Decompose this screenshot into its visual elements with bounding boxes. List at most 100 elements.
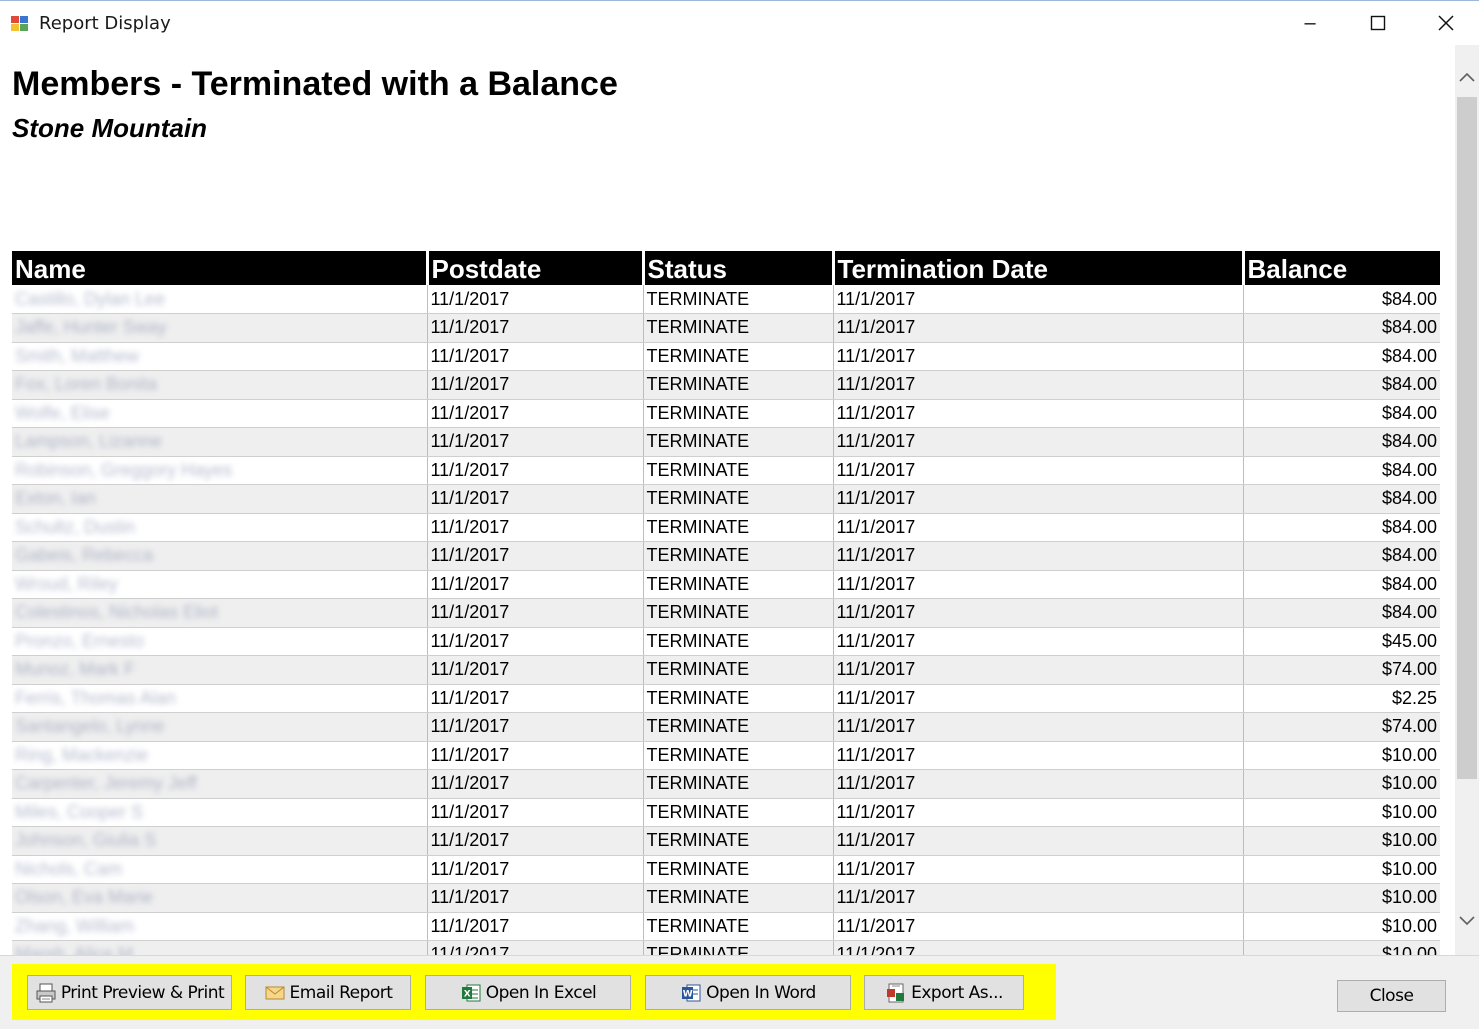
scroll-down-button[interactable]	[1455, 909, 1479, 933]
table-header-row: Name Postdate Status Termination Date Ba…	[12, 251, 1440, 285]
cell-balance-text: $2.25	[1391, 687, 1437, 708]
chevron-down-icon	[1459, 916, 1475, 926]
cell-balance-text: $45.00	[1381, 630, 1437, 651]
cell-status-text: TERMINATE	[646, 602, 750, 623]
cell-balance: $10.00	[1243, 855, 1440, 884]
cell-postdate-text: 11/1/2017	[430, 317, 510, 338]
open-in-word-button[interactable]: W Open In Word	[645, 975, 851, 1010]
cell-termination-date-text: 11/1/2017	[836, 716, 916, 737]
table-row: Schultz, Dustin 11/1/2017 TERMINATE 11/1/20…	[12, 513, 1440, 542]
cell-termination-date-text: 11/1/2017	[836, 573, 916, 594]
cell-postdate: 11/1/2017	[427, 769, 644, 799]
cell-name: Wolfe, Elise	[12, 399, 428, 428]
cell-termination-date: 11/1/2017	[833, 456, 1244, 485]
cell-termination-date-text: 11/1/2017	[836, 887, 916, 908]
cell-termination-date: 11/1/2017	[833, 940, 1244, 955]
svg-text:X: X	[463, 989, 470, 999]
maximize-button[interactable]	[1344, 1, 1412, 45]
open-in-excel-label: Open In Excel	[485, 982, 597, 1003]
cell-status: TERMINATE	[643, 427, 834, 457]
cell-termination-date: 11/1/2017	[833, 342, 1244, 371]
cell-name-text: Miles, Cooper S	[15, 801, 144, 822]
cell-name: Lampson, Lizanne	[12, 427, 428, 457]
cell-balance-text: $84.00	[1381, 459, 1437, 480]
cell-name-text: Marsh, Alice M	[15, 944, 134, 955]
cell-status: TERMINATE	[643, 285, 834, 314]
cell-name: Zhang, William	[12, 912, 428, 941]
export-as-button[interactable]: Export As...	[864, 975, 1024, 1010]
cell-postdate-text: 11/1/2017	[430, 630, 510, 651]
cell-postdate-text: 11/1/2017	[430, 602, 510, 623]
cell-termination-date-text: 11/1/2017	[836, 431, 916, 452]
envelope-icon	[265, 986, 285, 999]
app-icon	[11, 16, 28, 31]
table-row: Smith, Matthew 11/1/2017 TERMINATE 11/1/201…	[12, 342, 1440, 371]
scroll-up-button[interactable]	[1455, 65, 1479, 89]
table-row: Pronzo, Ernesto 11/1/2017 TERMINATE 11/1/20…	[12, 627, 1440, 656]
cell-name-text: Lampson, Lizanne	[15, 431, 163, 452]
cell-postdate: 11/1/2017	[427, 684, 644, 713]
cell-status-text: TERMINATE	[646, 317, 750, 338]
cell-postdate-text: 11/1/2017	[430, 374, 510, 395]
export-as-label: Export As...	[911, 982, 1003, 1003]
cell-termination-date-text: 11/1/2017	[836, 288, 916, 309]
cell-termination-date: 11/1/2017	[833, 769, 1244, 799]
email-report-button[interactable]: Email Report	[245, 975, 411, 1010]
print-preview-button[interactable]: Print Preview & Print	[27, 975, 232, 1010]
cell-balance-text: $84.00	[1381, 488, 1437, 509]
cell-balance: $84.00	[1243, 598, 1440, 628]
table-row: Colestinos, Nicholas Eliot 11/1/2017 TERMI…	[12, 598, 1440, 628]
cell-status: TERMINATE	[643, 798, 834, 827]
cell-status-text: TERMINATE	[646, 687, 750, 708]
vertical-scrollbar[interactable]	[1455, 45, 1479, 955]
cell-name: Nichols, Cam	[12, 855, 428, 884]
column-header-balance: Balance	[1243, 251, 1440, 285]
cell-postdate: 11/1/2017	[427, 285, 644, 314]
scroll-thumb[interactable]	[1457, 97, 1477, 779]
cell-name-text: Fox, Loren Bonita	[15, 374, 158, 395]
cell-termination-date: 11/1/2017	[833, 655, 1244, 685]
cell-status-text: TERMINATE	[646, 516, 750, 537]
close-label: Close	[1369, 986, 1414, 1006]
cell-postdate-text: 11/1/2017	[430, 716, 510, 737]
cell-termination-date: 11/1/2017	[833, 798, 1244, 827]
cell-termination-date: 11/1/2017	[833, 513, 1244, 542]
cell-postdate: 11/1/2017	[427, 627, 644, 656]
cell-name: Smith, Matthew	[12, 342, 428, 371]
cell-balance-text: $10.00	[1381, 801, 1437, 822]
excel-icon: X	[461, 984, 481, 1001]
cell-name-text: Ferris, Thomas Alan	[15, 687, 176, 708]
cell-balance: $84.00	[1243, 427, 1440, 457]
column-header-postdate: Postdate	[427, 251, 645, 285]
cell-status-text: TERMINATE	[646, 887, 750, 908]
cell-name: Ring, Mackenzie	[12, 741, 428, 770]
cell-name-text: Castillo, Dylan Lee	[15, 288, 166, 309]
table-row: Wroud, Riley 11/1/2017 TERMINATE 11/1/2017 $…	[12, 570, 1440, 599]
cell-status: TERMINATE	[643, 940, 834, 955]
table-row: Lampson, Lizanne 11/1/2017 TERMINATE 11/1/2…	[12, 427, 1440, 457]
close-icon	[1438, 15, 1454, 31]
cell-name: Munoz, Mark F	[12, 655, 428, 685]
cell-balance: $10.00	[1243, 826, 1440, 856]
cell-name: Johnson, Giulia S	[12, 826, 428, 856]
cell-name-text: Nichols, Cam	[15, 858, 123, 879]
minimize-button[interactable]: –	[1276, 1, 1344, 45]
cell-name: Robinson, Greggory Hayes	[12, 456, 428, 485]
close-button[interactable]: Close	[1337, 980, 1446, 1012]
cell-status: TERMINATE	[643, 883, 834, 913]
open-in-excel-button[interactable]: X Open In Excel	[425, 975, 631, 1010]
close-window-button[interactable]	[1412, 1, 1479, 45]
cell-balance-text: $84.00	[1381, 402, 1437, 423]
cell-name-text: Ring, Mackenzie	[15, 744, 149, 765]
cell-name: Exton, Ian	[12, 484, 428, 514]
cell-name: Olson, Eva Marie	[12, 883, 428, 913]
cell-name: Marsh, Alice M	[12, 940, 428, 955]
cell-status-text: TERMINATE	[646, 659, 750, 680]
cell-status: TERMINATE	[643, 342, 834, 371]
cell-status: TERMINATE	[643, 598, 834, 628]
cell-status: TERMINATE	[643, 712, 834, 742]
cell-balance-text: $84.00	[1381, 288, 1437, 309]
table-row: Ring, Mackenzie 11/1/2017 TERMINATE 11/1/20…	[12, 741, 1440, 770]
export-icon	[887, 983, 905, 1002]
cell-termination-date: 11/1/2017	[833, 684, 1244, 713]
